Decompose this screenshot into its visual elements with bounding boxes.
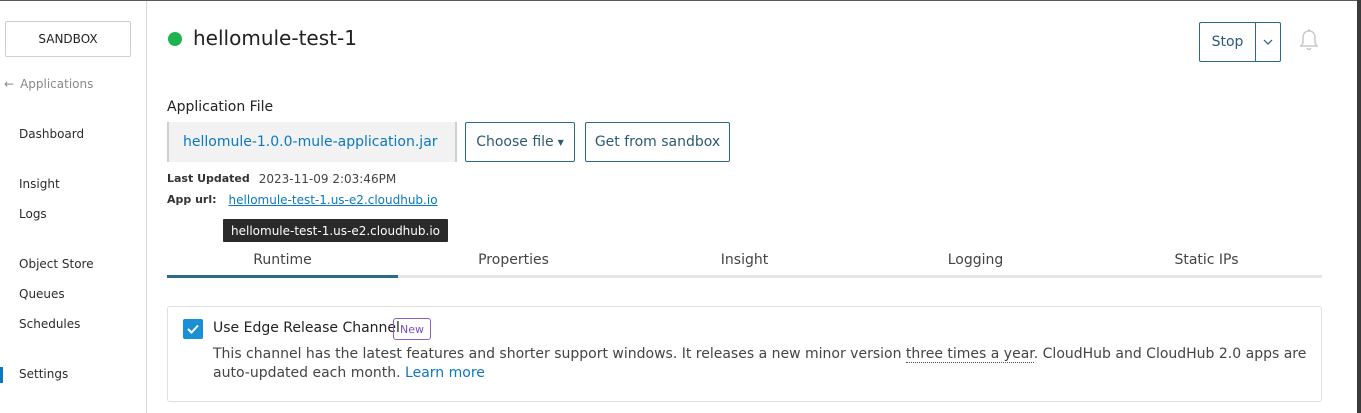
stop-options-button[interactable] [1256, 23, 1280, 61]
tab-static-ips[interactable]: Static IPs [1091, 244, 1322, 275]
back-link-label: Applications [20, 77, 94, 91]
sidebar-item-object-store[interactable]: Object Store [19, 257, 94, 271]
sidebar-item-queues[interactable]: Queues [19, 287, 65, 301]
last-updated-label: Last Updated [167, 172, 250, 185]
application-file-field: hellomule-1.0.0-mule-application.jar [167, 122, 457, 162]
stop-button[interactable]: Stop [1200, 23, 1256, 61]
environment-button[interactable]: SANDBOX [5, 21, 131, 57]
status-running-icon [168, 32, 182, 46]
tab-runtime[interactable]: Runtime [167, 244, 398, 278]
checkmark-icon [187, 324, 199, 334]
app-url-tooltip: hellomule-test-1.us-e2.cloudhub.io [223, 219, 448, 242]
chevron-down-icon [1263, 39, 1273, 45]
app-url-label: App url: [167, 193, 217, 206]
tab-logging[interactable]: Logging [860, 244, 1091, 275]
edge-channel-description: This channel has the latest features and… [213, 345, 1323, 383]
edge-channel-title: Use Edge Release Channel [213, 320, 400, 336]
arrow-left-icon: ← [4, 77, 15, 91]
description-text-1: This channel has the latest features and… [213, 346, 906, 362]
application-file-label: Application File [167, 99, 274, 115]
tab-insight[interactable]: Insight [629, 244, 860, 275]
new-badge: New [393, 318, 431, 340]
sidebar-item-insight[interactable]: Insight [19, 177, 60, 191]
sidebar-item-dashboard[interactable]: Dashboard [19, 127, 84, 141]
window-edge [1357, 0, 1361, 413]
page-title: hellomule-test-1 [193, 26, 357, 50]
back-to-applications-link[interactable]: ← Applications [4, 77, 93, 91]
learn-more-link[interactable]: Learn more [405, 365, 485, 381]
bell-icon [1299, 29, 1319, 51]
tab-properties[interactable]: Properties [398, 244, 629, 275]
edge-release-channel-card: Use Edge Release Channel New This channe… [167, 306, 1322, 402]
choose-file-label: Choose file [476, 134, 554, 150]
last-updated-row: Last Updated 2023-11-09 2:03:46PM [167, 172, 396, 186]
notifications-button[interactable] [1298, 28, 1320, 52]
caret-down-icon: ▼ [557, 137, 564, 147]
sidebar: SANDBOX ← Applications Dashboard Insight… [0, 1, 147, 413]
stop-button-group: Stop [1199, 22, 1281, 62]
app-url-row: App url: hellomule-test-1.us-e2.cloudhub… [167, 193, 438, 207]
sidebar-item-logs[interactable]: Logs [19, 207, 47, 221]
sidebar-item-schedules[interactable]: Schedules [19, 317, 80, 331]
active-item-indicator [0, 367, 3, 383]
sidebar-item-settings[interactable]: Settings [19, 367, 68, 381]
choose-file-button[interactable]: Choose file ▼ [465, 122, 575, 162]
settings-tabs: Runtime Properties Insight Logging Stati… [167, 244, 1322, 278]
edge-channel-checkbox[interactable] [183, 319, 203, 339]
file-name: hellomule-1.0.0-mule-application.jar [183, 134, 438, 150]
main-content: hellomule-test-1 Stop Application File h… [148, 1, 1357, 413]
last-updated-value: 2023-11-09 2:03:46PM [258, 172, 397, 186]
get-from-sandbox-button[interactable]: Get from sandbox [585, 122, 730, 162]
app-url-link[interactable]: hellomule-test-1.us-e2.cloudhub.io [229, 193, 438, 207]
release-frequency-term[interactable]: three times a year [905, 346, 1034, 363]
